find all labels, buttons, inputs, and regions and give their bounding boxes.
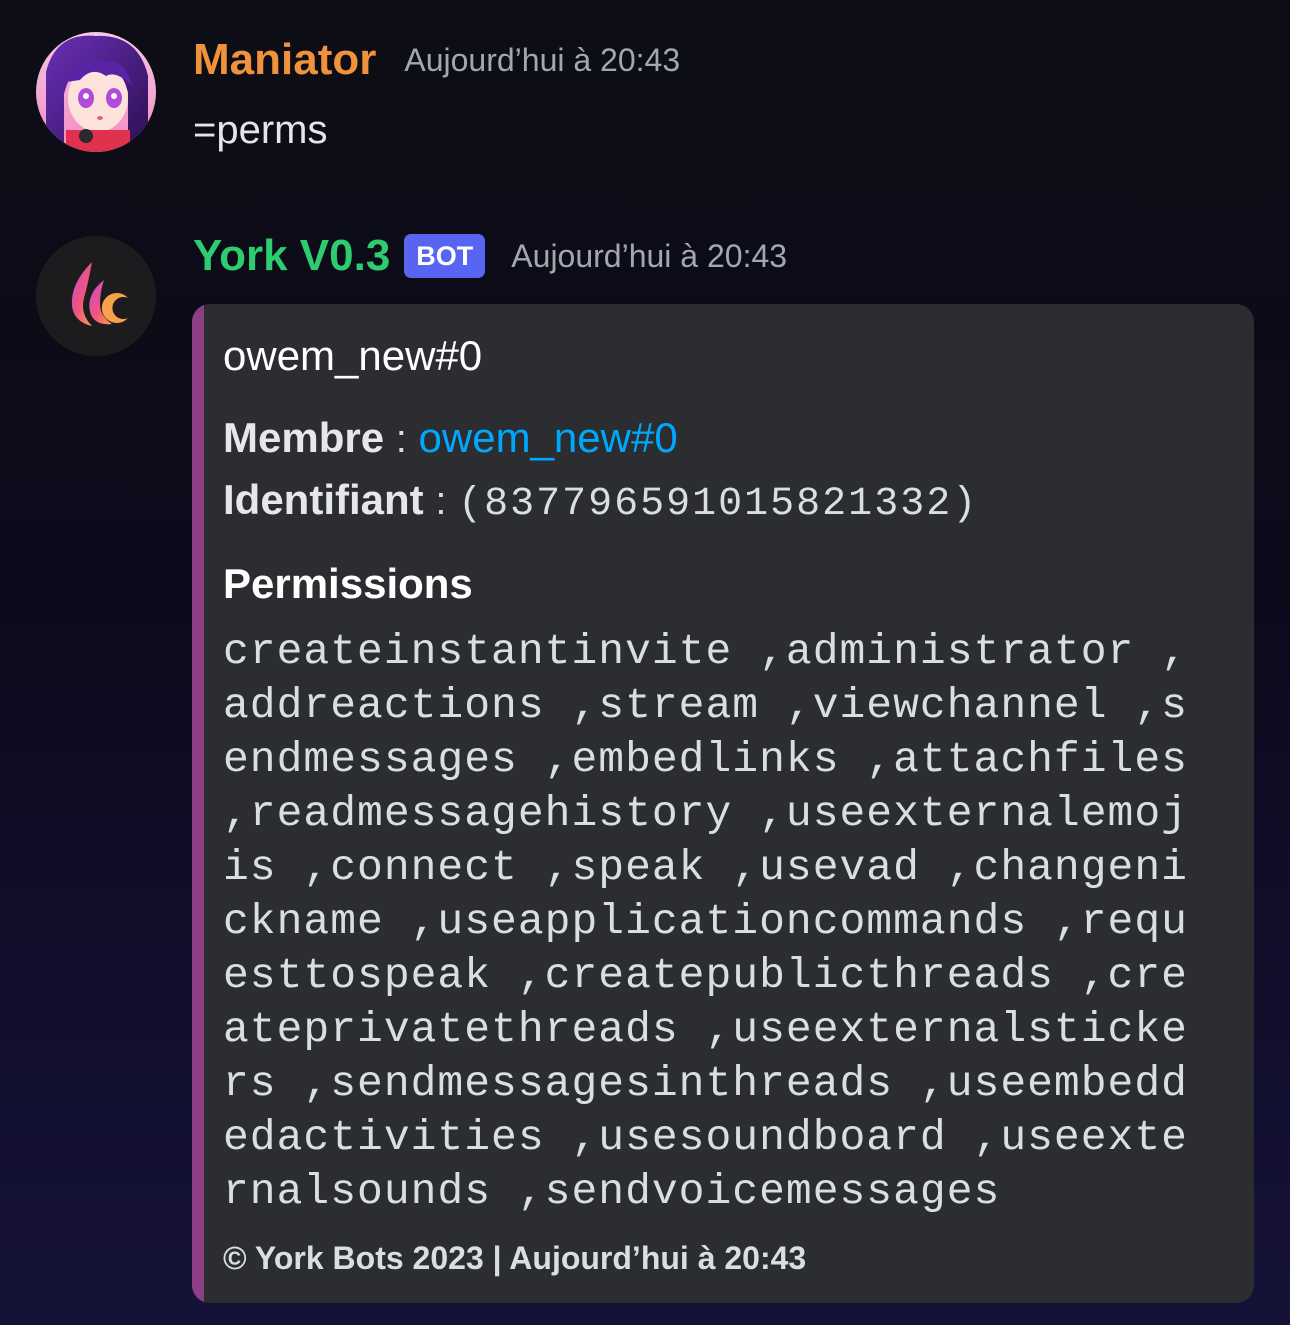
embed-footer: © York Bots 2023 | Aujourd’hui à 20:43	[223, 1240, 807, 1276]
anime-girl-avatar-icon	[36, 32, 156, 152]
user-avatar[interactable]	[36, 32, 156, 152]
member-label: Membre	[223, 414, 385, 461]
message-timestamp: Aujourd’hui à 20:43	[511, 237, 788, 274]
bot-badge: BOT	[404, 234, 486, 278]
bot-avatar[interactable]	[36, 236, 156, 356]
permissions-heading: Permissions	[223, 560, 473, 607]
identifier-separator: :	[435, 479, 447, 523]
embed-card: owem_new#0 Membre : owem_new#0 Identifia…	[192, 304, 1254, 1303]
permissions-list: createinstantinvite ,administrator ,addr…	[223, 627, 1215, 1216]
york-flame-logo-icon	[36, 236, 156, 356]
identifier-value: (837796591015821332)	[458, 482, 979, 527]
bot-username[interactable]: York V0.3	[193, 234, 390, 278]
embed-accent-bar	[192, 304, 204, 1303]
embed-title: owem_new#0	[223, 332, 483, 379]
identifier-label: Identifiant	[223, 476, 424, 523]
member-field: Membre : owem_new#0	[223, 414, 678, 462]
identifier-field: Identifiant : (837796591015821332)	[223, 476, 978, 527]
message-content: =perms	[193, 108, 328, 152]
member-mention-link[interactable]: owem_new#0	[419, 414, 678, 461]
username[interactable]: Maniator	[193, 38, 376, 82]
member-separator: :	[395, 417, 407, 461]
message-timestamp: Aujourd’hui à 20:43	[404, 41, 681, 78]
